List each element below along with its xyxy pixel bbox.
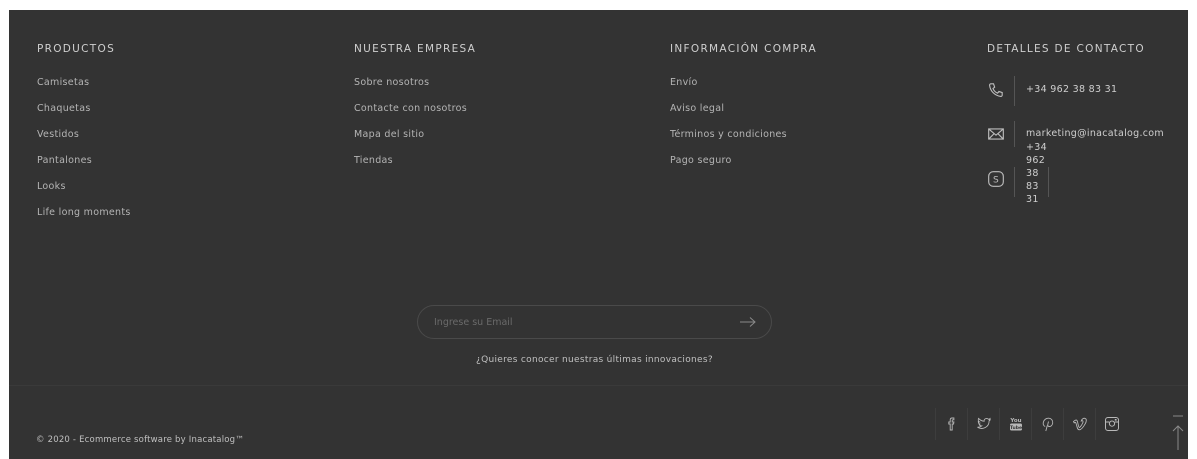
- skype-icon: S: [988, 171, 1004, 187]
- twitter-link[interactable]: [967, 408, 999, 440]
- link-life-long-moments[interactable]: Life long moments: [37, 207, 131, 233]
- svg-text:Tube: Tube: [1010, 425, 1022, 431]
- arrow-right-icon[interactable]: [739, 315, 757, 329]
- youtube-link[interactable]: You Tube: [999, 408, 1031, 440]
- pinterest-icon: [1042, 417, 1054, 432]
- footer-column-contact: DETALLES DE CONTACTO: [987, 43, 1187, 77]
- facebook-icon: [948, 417, 955, 431]
- vimeo-link[interactable]: [1063, 408, 1095, 440]
- link-contact-us[interactable]: Contacte con nosotros: [354, 103, 476, 129]
- youtube-icon: You Tube: [1009, 418, 1022, 431]
- link-camisetas[interactable]: Camisetas: [37, 77, 131, 103]
- link-sitemap[interactable]: Mapa del sitio: [354, 129, 476, 155]
- link-secure-payment[interactable]: Pago seguro: [670, 155, 817, 181]
- footer-divider: [9, 385, 1188, 386]
- contact-phone[interactable]: +34 962 38 83 31: [1026, 84, 1117, 96]
- vimeo-icon: [1072, 417, 1087, 431]
- skype-line: 38: [1026, 168, 1039, 179]
- skype-line: +34: [1026, 142, 1047, 153]
- back-to-top-icon[interactable]: [1171, 412, 1185, 452]
- footer-column-company: NUESTRA EMPRESA Sobre nosotros Contacte …: [354, 43, 476, 181]
- svg-text:You: You: [1009, 418, 1021, 424]
- link-shipping[interactable]: Envío: [670, 77, 817, 103]
- link-chaquetas[interactable]: Chaquetas: [37, 103, 131, 129]
- skype-line: 31: [1026, 194, 1039, 205]
- link-looks[interactable]: Looks: [37, 181, 131, 207]
- instagram-icon: [1105, 417, 1119, 431]
- phone-icon: [989, 83, 1003, 97]
- column-title: DETALLES DE CONTACTO: [987, 43, 1145, 55]
- link-list: Camisetas Chaquetas Vestidos Pantalones …: [37, 77, 131, 233]
- newsletter-caption: ¿Quieres conocer nuestras últimas innova…: [476, 355, 713, 365]
- email-input[interactable]: [434, 314, 724, 330]
- site-footer: PRODUCTOS Camisetas Chaquetas Vestidos P…: [9, 10, 1188, 459]
- svg-text:S: S: [993, 176, 999, 186]
- column-title: PRODUCTOS: [37, 43, 116, 55]
- skype-line: 962: [1026, 155, 1046, 166]
- link-pantalones[interactable]: Pantalones: [37, 155, 131, 181]
- column-title: NUESTRA EMPRESA: [354, 43, 477, 55]
- facebook-link[interactable]: [935, 408, 967, 440]
- skype-line: 83: [1026, 181, 1039, 192]
- footer-column-purchase-info: INFORMACIÓN COMPRA Envío Aviso legal Tér…: [670, 43, 817, 181]
- instagram-link[interactable]: [1095, 408, 1127, 440]
- link-stores[interactable]: Tiendas: [354, 155, 476, 181]
- link-terms[interactable]: Términos y condiciones: [670, 129, 817, 155]
- column-title: INFORMACIÓN COMPRA: [670, 43, 817, 55]
- link-list: Sobre nosotros Contacte con nosotros Map…: [354, 77, 476, 181]
- link-vestidos[interactable]: Vestidos: [37, 129, 131, 155]
- contact-email[interactable]: marketing@inacatalog.com: [1026, 128, 1164, 140]
- newsletter-form: [417, 305, 772, 339]
- footer-column-products: PRODUCTOS Camisetas Chaquetas Vestidos P…: [37, 43, 131, 233]
- link-legal-notice[interactable]: Aviso legal: [670, 103, 817, 129]
- twitter-icon: [977, 417, 991, 429]
- envelope-icon: [988, 128, 1004, 140]
- link-list: Envío Aviso legal Términos y condiciones…: [670, 77, 817, 181]
- link-about-us[interactable]: Sobre nosotros: [354, 77, 476, 103]
- copyright-text: © 2020 - Ecommerce software by Inacatalo…: [36, 435, 244, 445]
- pinterest-link[interactable]: [1031, 408, 1063, 440]
